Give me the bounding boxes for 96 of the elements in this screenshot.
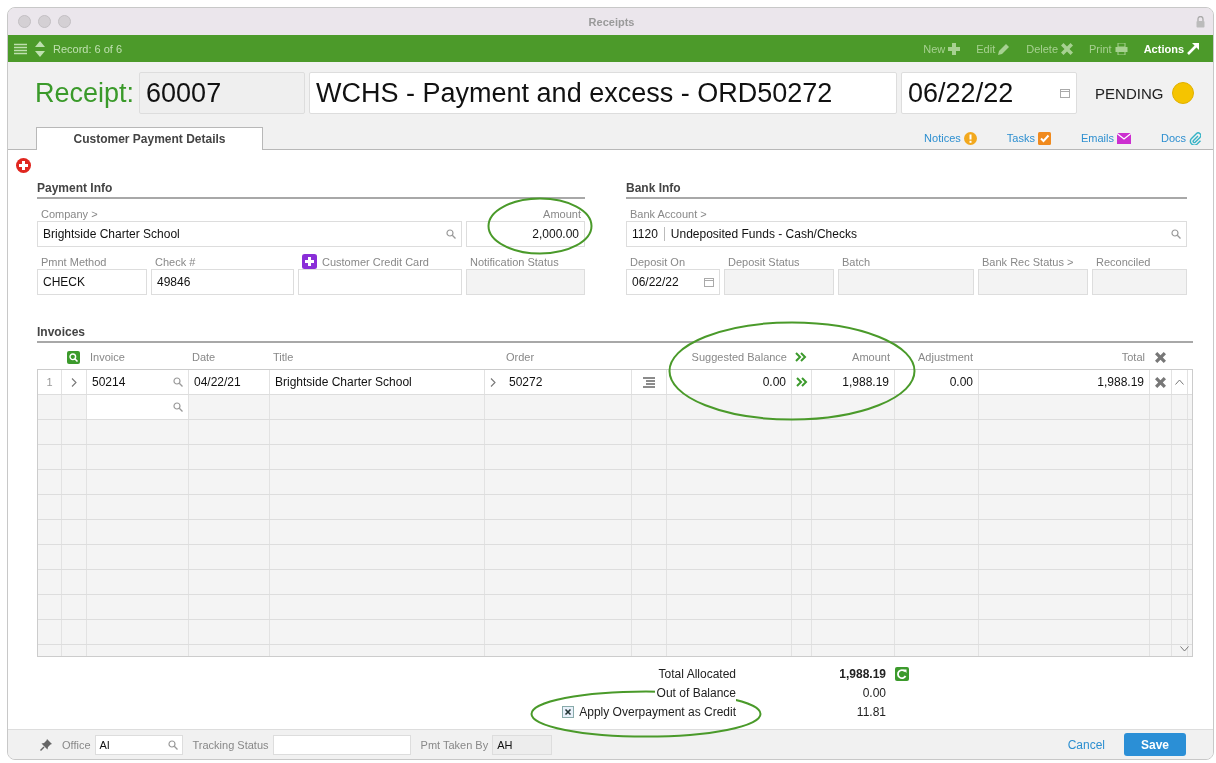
column-header: Total	[1120, 351, 1146, 363]
column-header: Order	[505, 351, 536, 363]
search-icon[interactable]	[67, 350, 80, 364]
pin-icon[interactable]	[40, 738, 52, 751]
table-cell: 1,988.19	[979, 370, 1150, 394]
field-label: Bank Rec Status >	[981, 254, 1075, 269]
section-title: Bank Info	[626, 181, 1187, 199]
chevron-icon[interactable]	[490, 377, 496, 387]
section-title: Invoices	[37, 325, 1193, 343]
close-icon[interactable]	[1154, 351, 1166, 363]
checkbox-label: Apply Overpayment as Credit	[579, 704, 736, 719]
field-label: Batch	[841, 254, 872, 269]
date-field[interactable]: 06/22/22	[626, 269, 720, 295]
column-header: Suggested Balance	[690, 351, 788, 363]
field-label: Pmt Taken By	[420, 738, 489, 751]
field-label: Notification Status	[469, 254, 560, 269]
add-icon[interactable]	[16, 158, 31, 173]
menu-icon[interactable]	[14, 42, 27, 55]
toolbar-button[interactable]: Actions	[1143, 42, 1199, 55]
column-header: Invoice	[89, 351, 126, 363]
receipt-number-field[interactable]: 60007	[139, 72, 306, 114]
search-icon[interactable]	[446, 229, 456, 239]
table-cell: 0.00	[667, 370, 792, 394]
total-value: 11.81	[855, 703, 886, 721]
cross-icon	[1061, 42, 1074, 55]
calendar-icon[interactable]	[1060, 88, 1071, 98]
scroll-up-icon[interactable]	[1175, 379, 1184, 385]
input-field[interactable]: 2,000.00	[466, 221, 585, 247]
input-field[interactable]: AH	[492, 734, 553, 755]
arrow-icon	[1187, 42, 1199, 55]
receipt-label: Receipt:	[35, 77, 135, 109]
checkbox[interactable]	[562, 705, 575, 718]
date-field[interactable]: 06/22/22	[901, 72, 1078, 114]
field-label: Tracking Status	[192, 738, 269, 751]
delete-icon[interactable]	[1155, 376, 1166, 388]
field-label: Reconciled	[1095, 254, 1152, 269]
scroll-down-icon[interactable]	[1180, 646, 1189, 652]
checkmark-icon	[1037, 131, 1051, 145]
field-label: Deposit Status	[727, 254, 801, 269]
add-icon[interactable]	[302, 254, 317, 269]
section-title: Payment Info	[37, 181, 585, 199]
search-icon[interactable]	[173, 377, 183, 387]
paperclip-icon	[1189, 131, 1201, 145]
field-label: Bank Account >	[629, 206, 708, 221]
field-label: Office	[62, 738, 91, 751]
search-icon[interactable]	[167, 739, 178, 750]
double-chevron-icon[interactable]	[795, 377, 808, 387]
printer-icon	[1114, 42, 1128, 55]
input-field[interactable]: Brightside Charter School	[37, 221, 462, 247]
column-header: Date	[191, 351, 217, 363]
table-cell: Brightside Charter School	[270, 370, 485, 394]
field-label: Deposit On	[629, 254, 687, 269]
field-label: Customer Credit Card	[322, 255, 429, 268]
column-header: Adjustment	[917, 351, 975, 363]
double-chevron-icon[interactable]	[795, 352, 807, 362]
search-icon[interactable]	[173, 402, 183, 412]
column-header: Title	[272, 351, 295, 363]
account-name: Undeposited Funds - Cash/Checks	[670, 227, 857, 241]
input-field[interactable]: 1120 Undeposited Funds - Cash/Checks	[626, 221, 1187, 247]
window-title: Receipts	[588, 15, 635, 28]
record-counter: Record: 6 of 6	[53, 42, 123, 55]
field-label: Amount	[542, 206, 582, 221]
envelope-icon	[1116, 132, 1131, 144]
input-field[interactable]: 49846	[151, 269, 294, 295]
input-field[interactable]	[272, 734, 411, 755]
total-value: 1,988.19	[838, 665, 886, 683]
refresh-icon[interactable]	[895, 666, 909, 681]
total-value: 0.00	[861, 684, 886, 702]
chevron-icon[interactable]	[71, 377, 77, 387]
table-cell: 1,988.19	[812, 370, 895, 394]
save-button[interactable]: Save	[1124, 733, 1186, 756]
table-cell-text: 50272	[508, 375, 544, 389]
account-code: 1120	[632, 227, 658, 241]
table-cell: 0.00	[895, 370, 979, 394]
pencil-icon	[998, 42, 1011, 55]
receipt-title-field[interactable]: WCHS - Payment and excess - ORD50272	[309, 72, 898, 114]
tab[interactable]: Customer Payment Details	[36, 127, 263, 150]
column-header: Amount	[851, 351, 891, 363]
invoice-field[interactable]	[87, 395, 189, 419]
warning-icon	[963, 131, 977, 145]
search-icon[interactable]	[1171, 229, 1181, 239]
input-field[interactable]: CHECK	[37, 269, 147, 295]
field-label: Pmnt Method	[40, 254, 108, 269]
input-field[interactable]: AI	[94, 734, 183, 755]
lock-icon	[1196, 15, 1205, 28]
list-icon[interactable]	[643, 376, 655, 388]
status-dot	[1172, 82, 1195, 104]
up-down-arrows-icon[interactable]	[35, 40, 45, 57]
plus-icon	[948, 42, 961, 55]
table-cell: 04/22/21	[189, 370, 270, 394]
input-field[interactable]	[298, 269, 462, 295]
field-label: Check #	[154, 254, 197, 269]
line-number: 1	[38, 370, 62, 394]
calendar-icon[interactable]	[704, 277, 714, 287]
field-label: Company >	[40, 206, 99, 221]
status-label: PENDING	[1095, 84, 1164, 102]
